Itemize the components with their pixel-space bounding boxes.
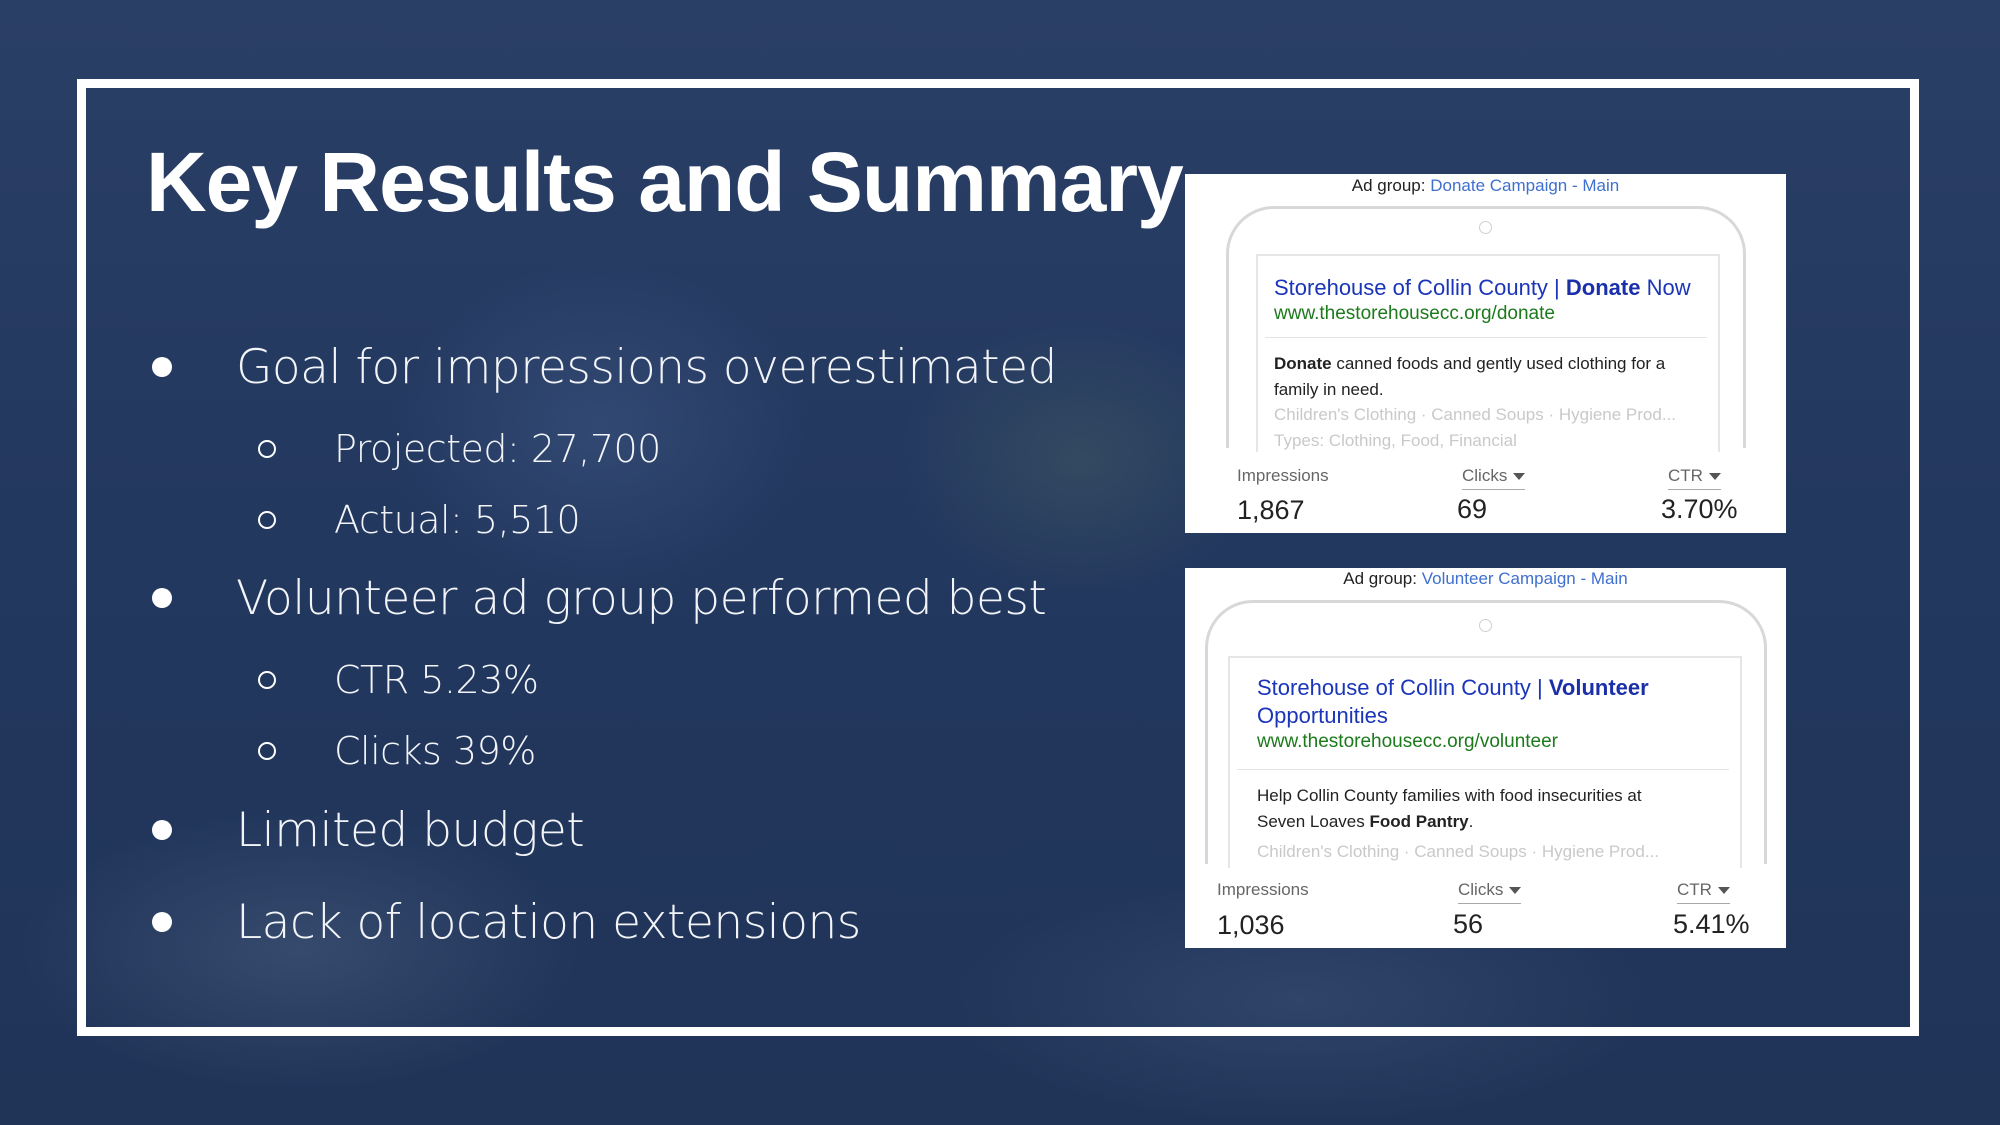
ad-divider: [1265, 337, 1707, 338]
bullet-circle-icon: [258, 510, 276, 529]
headline-text: Opportunities: [1257, 703, 1388, 728]
clicks-value: 56: [1453, 909, 1484, 939]
ctr-label: CTR: [1677, 880, 1712, 899]
bullet-text: Goal for impressions overestimated: [236, 340, 1057, 395]
ad-extension-line: Children's Clothing · Canned Soups · Hyg…: [1257, 842, 1660, 861]
desc-keyword: Donate: [1274, 354, 1332, 373]
bullet-text: Lack of location extensions: [236, 895, 861, 950]
ctr-value: 3.70%: [1661, 494, 1738, 524]
desc-text: Seven Loaves: [1257, 812, 1370, 831]
ad-divider: [1237, 769, 1729, 770]
headline-keyword: Donate: [1565, 275, 1641, 300]
bullet-dot-icon: [152, 587, 172, 608]
bullet-text: Clicks 39%: [334, 729, 536, 773]
clicks-label: Clicks: [1458, 880, 1504, 899]
desc-text: canned foods and gently used clothing fo…: [1274, 354, 1666, 399]
caret-down-icon: [1513, 473, 1526, 481]
bullet-circle-icon: [258, 741, 276, 760]
bullet-item: Limited budget: [152, 803, 585, 858]
clicks-label: Clicks: [1462, 466, 1508, 485]
desc-keyword: Food Pantry: [1369, 812, 1469, 831]
ad-display-url: www.thestorehousecc.org/donate: [1274, 303, 1555, 324]
sub-bullet-item: Actual: 5,510: [258, 498, 581, 542]
bullet-text: Volunteer ad group performed best: [236, 571, 1047, 626]
ctr-value: 5.41%: [1673, 909, 1750, 939]
ctr-sort-dropdown[interactable]: CTR: [1677, 880, 1730, 904]
ad-description: Donate canned foods and gently used clot…: [1274, 351, 1694, 403]
ad-extension-line: Children's Clothing · Canned Soups · Hyg…: [1274, 405, 1677, 424]
ad-group-label: Ad group:: [1351, 176, 1426, 195]
bullet-text: Limited budget: [236, 803, 585, 858]
clicks-sort-dropdown[interactable]: Clicks: [1458, 880, 1522, 904]
ad-headline[interactable]: Storehouse of Collin County | Donate Now: [1274, 274, 1691, 302]
sub-bullet-item: Clicks 39%: [258, 729, 536, 773]
headline-text: Storehouse of Collin County |: [1274, 275, 1566, 300]
ad-description: Help Collin County families with food in…: [1257, 783, 1737, 835]
slide-title: Key Results and Summary: [146, 135, 1184, 229]
headline-text: Now: [1640, 275, 1691, 300]
desc-text: Help Collin County families with food in…: [1257, 786, 1642, 805]
headline-keyword: Volunteer: [1548, 675, 1649, 700]
sub-bullet-item: Projected: 27,700: [258, 427, 661, 471]
bullet-item: Volunteer ad group performed best: [152, 571, 1047, 626]
clicks-sort-dropdown[interactable]: Clicks: [1462, 466, 1526, 490]
ad-group-line: Ad group: Donate Campaign - Main: [1185, 176, 1786, 196]
bullet-text: Projected: 27,700: [334, 427, 661, 471]
bullet-circle-icon: [258, 670, 276, 689]
bullet-text: Actual: 5,510: [334, 498, 581, 542]
bullet-circle-icon: [258, 439, 276, 458]
caret-down-icon: [1708, 473, 1721, 481]
caret-down-icon: [1509, 887, 1522, 895]
impressions-value: 1,036: [1217, 910, 1285, 940]
caret-down-icon: [1717, 887, 1730, 895]
ctr-sort-dropdown[interactable]: CTR: [1668, 466, 1721, 490]
ad-group-link[interactable]: Donate Campaign - Main: [1430, 176, 1619, 195]
ad-group-label: Ad group:: [1343, 569, 1417, 588]
impressions-value: 1,867: [1237, 495, 1305, 525]
ad-display-url: www.thestorehousecc.org/volunteer: [1257, 731, 1558, 752]
bullet-item: Goal for impressions overestimated: [152, 340, 1057, 395]
sub-bullet-item: CTR 5.23%: [258, 658, 539, 702]
bullet-dot-icon: [152, 911, 172, 932]
clicks-value: 69: [1457, 494, 1488, 524]
ad-preview-volunteer: Ad group: Volunteer Campaign - Main Stor…: [1185, 568, 1786, 948]
ad-headline[interactable]: Storehouse of Collin County | Volunteer O…: [1257, 674, 1727, 730]
impressions-label: Impressions: [1237, 466, 1329, 485]
ad-group-link[interactable]: Volunteer Campaign - Main: [1422, 569, 1628, 588]
ad-preview-donate: Ad group: Donate Campaign - Main Storeho…: [1185, 174, 1786, 533]
ad-group-line: Ad group: Volunteer Campaign - Main: [1185, 569, 1786, 589]
impressions-label: Impressions: [1217, 880, 1309, 899]
phone-camera-icon: [1479, 221, 1492, 234]
bullet-item: Lack of location extensions: [152, 895, 861, 950]
bullet-text: CTR 5.23%: [334, 658, 539, 702]
ad-extension-line: Types: Clothing, Food, Financial: [1274, 431, 1517, 450]
bullet-dot-icon: [152, 356, 172, 377]
desc-text: .: [1468, 812, 1474, 831]
ctr-label: CTR: [1668, 466, 1703, 485]
phone-camera-icon: [1479, 619, 1492, 632]
bullet-dot-icon: [152, 819, 172, 840]
headline-text: Storehouse of Collin County |: [1257, 675, 1549, 700]
